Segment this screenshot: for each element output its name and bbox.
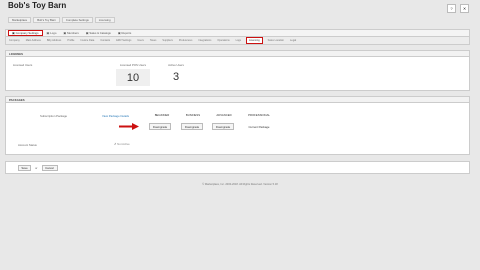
subtab-licensing[interactable]: Licensing — [246, 37, 263, 44]
packages-header: Packages — [6, 97, 469, 103]
downgrade-advanced-button[interactable]: Downgrade — [212, 123, 234, 130]
breadcrumb: Marketplace Bob's Toy Barn Complete Sett… — [8, 17, 115, 23]
subtab-legal[interactable]: Legal — [289, 38, 297, 43]
reports-icon: ▣ — [117, 31, 121, 35]
tab-label: Company Settings — [15, 31, 39, 35]
breadcrumb-item[interactable]: Marketplace — [8, 17, 32, 23]
settings-icon: ▣ — [12, 31, 15, 35]
subtab-logs[interactable]: Logs — [235, 38, 242, 43]
tab-sales-catalogs[interactable]: ▣ Sales & Catalogs — [83, 30, 114, 36]
store-title: Bob's Toy Barn — [8, 1, 67, 10]
arrow-icon — [119, 123, 139, 130]
package-column-beginner: BEGINNER — [154, 113, 170, 117]
subtab-operations[interactable]: Operations — [216, 38, 230, 43]
save-button[interactable]: Save — [18, 164, 31, 171]
subtab-taxes[interactable]: Taxes — [149, 38, 158, 43]
licensed-users-count: 10 — [126, 71, 140, 84]
downgrade-beginner-button[interactable]: Downgrade — [149, 123, 171, 130]
active-users-label: Active Users — [168, 63, 184, 67]
breadcrumb-item[interactable]: Bob's Toy Barn — [33, 17, 60, 23]
or-text: or — [35, 165, 38, 170]
tab-label: Members — [67, 31, 79, 35]
packages-panel: Packages Subscription Package View Packa… — [5, 96, 470, 155]
downgrade-business-button[interactable]: Downgrade — [181, 123, 203, 130]
close-button[interactable]: ✕ — [460, 4, 469, 13]
logo-icon: ▣ — [46, 31, 50, 35]
subtab-invoice-data[interactable]: Invoice Data — [79, 38, 95, 43]
tab-label: Sales & Catalogs — [89, 31, 111, 35]
licensed-users-label: Licensed POS Users — [120, 63, 146, 67]
help-icon: ? — [450, 6, 453, 11]
sub-tabs: Company Main Address Bilty Address Profile I… — [5, 37, 470, 45]
subtab-preferences[interactable]: Preferences — [178, 38, 193, 43]
package-column-business: BUSINESS — [185, 113, 201, 117]
subtab-bilty-address[interactable]: Bilty Address — [46, 38, 62, 43]
tab-company-settings[interactable]: ▣ Company Settings — [8, 30, 43, 36]
tab-logo[interactable]: ▣ Logo — [44, 30, 60, 36]
help-button[interactable]: ? — [447, 4, 456, 13]
subtab-profile[interactable]: Profile — [66, 38, 75, 43]
tab-reports[interactable]: ▣ Reports — [115, 30, 134, 36]
account-status-label: Account Status — [18, 143, 37, 147]
subtab-users[interactable]: Users — [136, 38, 145, 43]
licenses-panel: Licenses Licensed Users Licensed POS Use… — [5, 50, 470, 91]
tab-label: Reports — [121, 31, 132, 35]
account-status-value: ✗ Not Active — [114, 142, 130, 146]
package-column-advanced: ADVANCED — [216, 113, 232, 117]
view-package-details-link[interactable]: View Package Details — [102, 114, 129, 118]
main-tabs: ▣ Company Settings ▣ Logo ▣ Members ▣ Sales … — [5, 29, 470, 37]
current-package-label: Current Package — [248, 125, 270, 129]
actions-bar: Save or Cancel — [5, 161, 470, 174]
breadcrumb-item[interactable]: Licensing — [94, 17, 115, 23]
tab-members[interactable]: ▣ Members — [60, 30, 81, 36]
licenses-label: Licensed Users — [13, 63, 33, 67]
subscription-package-label: Subscription Package — [40, 114, 68, 118]
subtab-suppliers[interactable]: Suppliers — [161, 38, 173, 43]
subtab-emv-settings[interactable]: EMV Settings — [115, 38, 132, 43]
subtab-sales-location[interactable]: Sales Location — [267, 38, 285, 43]
footer: © Marketplace, Inc. 2000-2018. All Right… — [202, 183, 278, 186]
subtab-company[interactable]: Company — [8, 38, 21, 43]
subtab-main-address[interactable]: Main Address — [25, 38, 42, 43]
cancel-button[interactable]: Cancel — [41, 164, 58, 171]
licensed-users-box: 10 — [116, 69, 150, 86]
subtab-contacts[interactable]: Contacts — [99, 38, 111, 43]
breadcrumb-item[interactable]: Complete Settings — [61, 17, 93, 23]
close-icon: ✕ — [462, 6, 467, 11]
package-column-professional: PROFESSIONAL — [248, 113, 270, 117]
tab-label: Logo — [50, 31, 57, 35]
subtab-integrations[interactable]: Integrations — [197, 38, 212, 43]
members-icon: ▣ — [63, 31, 67, 35]
catalog-icon: ▣ — [85, 31, 89, 35]
active-users-count: 3 — [172, 71, 180, 83]
licenses-header: Licenses — [6, 51, 469, 57]
